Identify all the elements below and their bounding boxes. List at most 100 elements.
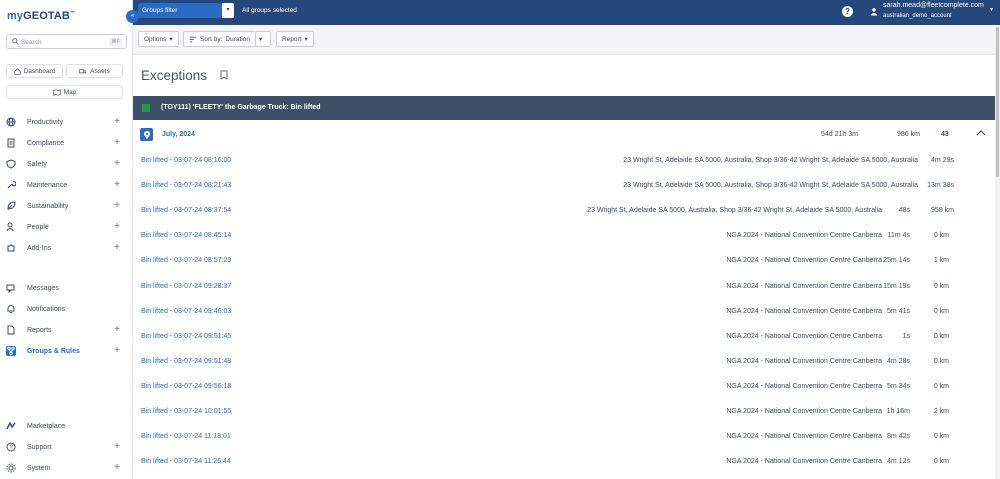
- exception-link[interactable]: Bin lifted - 03-07-24 09:51:48: [141, 358, 231, 365]
- sidebar-item-support[interactable]: ? Support +: [0, 439, 128, 455]
- report-label: Report: [282, 35, 302, 43]
- help-icon[interactable]: ?: [842, 6, 853, 17]
- search-shortcut: ⌘F: [109, 38, 122, 46]
- sidebar-item-groups-rules[interactable]: Groups & Rules +: [0, 343, 128, 359]
- exception-link[interactable]: Bin lifted - 03-07-24 09:56:18: [141, 383, 231, 390]
- expand-icon[interactable]: +: [114, 221, 120, 232]
- sidebar-item-messages[interactable]: Messages: [0, 280, 128, 296]
- exception-row[interactable]: Bin lifted - 03-07-24 09:51:45 NGA 2024 -…: [133, 324, 995, 349]
- map-icon: [53, 88, 61, 96]
- sidebar-item-maintenance[interactable]: Maintenance +: [0, 177, 128, 193]
- chevron-up-icon[interactable]: [976, 129, 986, 138]
- exception-row[interactable]: Bin lifted - 03-07-24 09:28:37 NGA 2024 -…: [133, 274, 995, 299]
- exception-link[interactable]: Bin lifted - 03-07-24 08:45:14: [141, 232, 231, 239]
- exception-link[interactable]: Bin lifted - 03-07-24 08:21:43: [141, 182, 231, 189]
- user-menu-caret-icon[interactable]: ▾: [990, 6, 993, 13]
- exception-row[interactable]: Bin lifted - 03-07-24 10:01:55 NGA 2024 -…: [133, 399, 995, 424]
- exception-row[interactable]: Bin lifted - 03-07-24 08:45:14 NGA 2024 -…: [133, 223, 995, 248]
- scrollbar-thumb[interactable]: [996, 27, 999, 177]
- quick-link-map[interactable]: Map: [6, 85, 123, 99]
- quick-link-dashboard[interactable]: Dashboard: [6, 64, 63, 78]
- exception-duration: 1h 16m: [886, 408, 910, 415]
- expand-icon[interactable]: +: [114, 179, 120, 190]
- exception-location: NGA 2024 - National Convention Centre Ca…: [726, 433, 882, 441]
- expand-icon[interactable]: +: [114, 324, 120, 335]
- clipboard-icon: [6, 138, 16, 148]
- exception-link[interactable]: Bin lifted - 03-07-24 09:46:03: [141, 308, 231, 315]
- search-input[interactable]: Search ⌘F: [6, 34, 127, 49]
- sidebar: myGEOTAB™ Search ⌘F Dashboard Assets Map…: [0, 0, 133, 479]
- chevron-down-icon: ▾: [169, 36, 173, 43]
- globe-icon: [6, 117, 16, 127]
- exception-row[interactable]: Bin lifted - 03-07-24 08:21:43 23 Wright …: [133, 173, 995, 198]
- exception-row[interactable]: Bin lifted - 03-07-24 09:51:48 NGA 2024 -…: [133, 349, 995, 374]
- exception-duration: 4m 29s: [931, 157, 954, 164]
- sidebar-item-reports[interactable]: Reports +: [0, 322, 128, 338]
- exception-link[interactable]: Bin lifted - 03-07-24 10:01:55: [141, 408, 231, 415]
- chevron-down-icon: ▾: [304, 36, 308, 43]
- sidebar-item-add-ins[interactable]: Add-Ins +: [0, 240, 128, 256]
- exception-location: NGA 2024 - National Convention Centre Ca…: [726, 282, 882, 290]
- exception-link[interactable]: Bin lifted - 03-07-24 08:16:00: [141, 157, 231, 164]
- exception-row[interactable]: Bin lifted - 03-07-24 11:26:44 NGA 2024 -…: [133, 449, 995, 474]
- sidebar-item-marketplace[interactable]: Marketplace: [0, 418, 128, 434]
- sidebar-item-sustainability[interactable]: Sustainability +: [0, 198, 128, 214]
- expand-icon[interactable]: +: [114, 158, 120, 169]
- exception-link[interactable]: Bin lifted - 03-07-24 08:37:54: [141, 207, 231, 214]
- expand-icon[interactable]: +: [114, 441, 120, 452]
- expand-icon[interactable]: +: [114, 116, 120, 127]
- sidebar-item-people[interactable]: People +: [0, 219, 128, 235]
- bookmark-icon[interactable]: [220, 70, 228, 82]
- exception-link[interactable]: Bin lifted - 03-07-24 08:57:29: [141, 257, 231, 264]
- collapse-sidebar-button[interactable]: «: [126, 10, 139, 23]
- exception-distance: 0 km: [933, 382, 949, 390]
- exception-row[interactable]: Bin lifted - 03-07-24 08:57:29 NGA 2024 -…: [133, 248, 995, 273]
- sort-direction-button[interactable]: ▾: [255, 31, 271, 47]
- period-count: 43: [941, 131, 949, 138]
- sidebar-item-label: Support: [27, 443, 52, 451]
- quick-link-label: Map: [63, 88, 77, 96]
- scrollbar[interactable]: [995, 25, 1000, 479]
- app-logo[interactable]: myGEOTAB™: [7, 10, 75, 22]
- sidebar-item-safety[interactable]: Safety +: [0, 156, 128, 172]
- sidebar-item-system[interactable]: System +: [0, 460, 128, 476]
- sort-icon: [189, 36, 197, 42]
- exception-row[interactable]: Bin lifted - 03-07-24 09:46:03 NGA 2024 -…: [133, 299, 995, 324]
- exception-row[interactable]: Bin lifted - 03-07-24 09:56:18 NGA 2024 -…: [133, 374, 995, 399]
- sidebar-item-label: People: [27, 223, 49, 231]
- sidebar-item-compliance[interactable]: Compliance +: [0, 135, 128, 151]
- sidebar-item-productivity[interactable]: Productivity +: [0, 114, 128, 130]
- sort-button[interactable]: Sort by: Duration: [183, 31, 256, 47]
- chevron-down-icon[interactable]: ▾: [222, 3, 234, 18]
- exception-duration: 25m 14s: [883, 257, 910, 265]
- sidebar-item-notifications[interactable]: Notifications: [0, 301, 128, 317]
- report-button[interactable]: Report ▾: [276, 31, 314, 47]
- expand-icon[interactable]: +: [114, 137, 120, 148]
- expand-icon[interactable]: +: [114, 345, 120, 356]
- expand-icon[interactable]: +: [114, 200, 120, 211]
- expand-icon[interactable]: +: [114, 242, 120, 253]
- quick-link-assets[interactable]: Assets: [66, 64, 123, 78]
- period-summary-row[interactable]: July, 2024 54d 21h 3m 986 km 43: [133, 125, 995, 145]
- exception-row[interactable]: Bin lifted - 03-07-24 11:18:01 NGA 2024 -…: [133, 424, 995, 449]
- exception-link[interactable]: Bin lifted - 03-07-24 09:28:37: [141, 283, 231, 290]
- exception-duration: 8m 42s: [887, 433, 910, 441]
- user-icon[interactable]: [870, 7, 878, 18]
- groups-filter-button[interactable]: Groups filter: [138, 3, 226, 18]
- exception-link[interactable]: Bin lifted - 03-07-24 09:51:45: [141, 333, 231, 340]
- exception-group-header[interactable]: (TOY111) 'FLEETY' the Garbage Truck: Bin…: [133, 96, 995, 120]
- user-email[interactable]: sarah.mead@fleetcomplete.com: [883, 2, 984, 9]
- user-account: australian_demo_account: [883, 13, 952, 19]
- exception-link[interactable]: Bin lifted - 03-07-24 11:18:01: [141, 433, 231, 440]
- exception-duration: 5m 34s: [887, 382, 910, 390]
- options-button[interactable]: Options ▾: [138, 31, 179, 47]
- groups-icon: [6, 346, 16, 356]
- exception-row[interactable]: Bin lifted - 03-07-24 08:16:00 23 Wright …: [133, 148, 995, 173]
- exception-distance: 0 km: [933, 307, 949, 315]
- exception-location: 23 Wright St, Adelaide SA 5000, Australi…: [587, 207, 882, 215]
- rule-color-swatch: [142, 104, 150, 112]
- exception-link[interactable]: Bin lifted - 03-07-24 11:26:44: [141, 458, 231, 465]
- sidebar-item-label: Safety: [27, 160, 47, 168]
- exception-row[interactable]: Bin lifted - 03-07-24 08:37:54 23 Wright …: [133, 198, 995, 223]
- expand-icon[interactable]: +: [114, 462, 120, 473]
